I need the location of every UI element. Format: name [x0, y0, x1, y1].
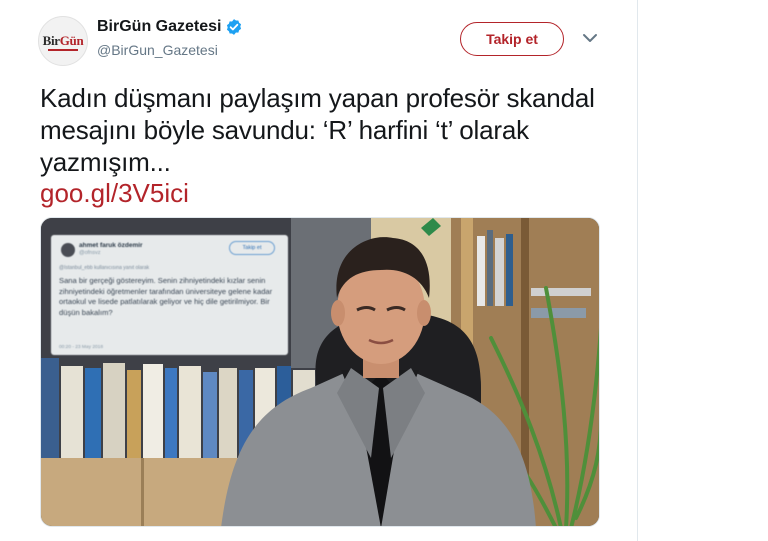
account-handle[interactable]: @BirGun_Gazetesi	[97, 42, 218, 58]
tweet-link[interactable]: goo.gl/3V5ici	[40, 177, 189, 209]
avatar-logo-part2: Gün	[59, 33, 84, 48]
tweet-card: BirGün BirGün Gazetesi @BirGun_Gazetesi …	[0, 0, 637, 541]
display-name[interactable]: BirGün Gazetesi	[97, 18, 221, 36]
name-row: BirGün Gazetesi	[97, 18, 243, 36]
avatar-logo: BirGün	[43, 33, 84, 49]
embedded-handle: @ofnsvz	[79, 250, 101, 256]
embedded-name: ahmet faruk özdemir	[79, 242, 143, 249]
embedded-time: 00:20 - 23 May 2018	[59, 345, 104, 350]
column-divider	[637, 0, 638, 541]
embedded-reply-line: @Istanbul_ebb kullanıcısına yanıt olarak	[59, 265, 150, 271]
avatar-logo-part1: Bir	[42, 33, 60, 48]
avatar[interactable]: BirGün	[38, 16, 88, 66]
tweet-text: Kadın düşmanı paylaşım yapan profesör sk…	[40, 83, 595, 177]
avatar-logo-underline	[48, 49, 78, 51]
embedded-tweet-screenshot: ahmet faruk özdemir @ofnsvz Takip et @Is…	[51, 235, 288, 355]
verified-badge-icon	[227, 19, 242, 35]
follow-button[interactable]: Takip et	[460, 22, 564, 56]
embedded-follow-button: Takip et	[229, 241, 275, 255]
embedded-avatar	[61, 243, 75, 257]
tweet-photo[interactable]: ahmet faruk özdemir @ofnsvz Takip et @Is…	[40, 217, 600, 527]
chevron-down-icon[interactable]	[582, 32, 598, 44]
embedded-body: Sana bir gerçeği göstereyim. Senin zihni…	[59, 276, 273, 317]
